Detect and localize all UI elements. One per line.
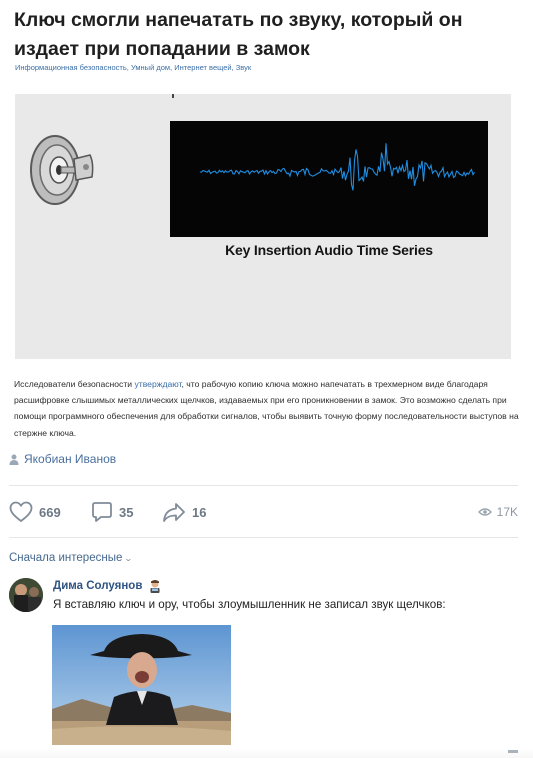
sort-label: Сначала интересные xyxy=(9,552,123,564)
audio-waveform-panel xyxy=(170,121,488,237)
comment-text: Я вставляю ключ и ору, чтобы злоумышленн… xyxy=(53,598,446,611)
author-name[interactable]: Якобиан Иванов xyxy=(24,452,116,466)
avatar[interactable] xyxy=(9,578,43,612)
view-count: 17K xyxy=(496,505,518,519)
share-icon xyxy=(163,503,185,522)
tag-smart-home[interactable]: Умный дом, xyxy=(131,63,172,72)
comment-icon xyxy=(92,502,112,522)
eye-icon xyxy=(477,508,492,516)
comment-count: 35 xyxy=(119,504,134,520)
share-count: 16 xyxy=(192,504,207,520)
comment-author-name[interactable]: Дима Солуянов xyxy=(53,580,142,592)
avatar-image xyxy=(9,578,43,612)
comment-author[interactable]: Дима Солуянов xyxy=(53,579,162,593)
source-link[interactable]: утверждают xyxy=(134,379,181,389)
heart-icon xyxy=(9,501,33,523)
waveform-plot xyxy=(199,143,475,191)
divider xyxy=(9,537,518,538)
action-bar: 669 35 16 17K xyxy=(9,500,518,524)
article-body: Исследователи безопасности утверждают, ч… xyxy=(14,379,519,438)
tag-iot[interactable]: Интернет вещей, xyxy=(174,63,233,72)
image-artifact xyxy=(172,94,174,98)
image-caption: Key Insertion Audio Time Series xyxy=(225,242,433,258)
lock-and-key-illustration xyxy=(30,135,94,205)
bar-icon xyxy=(508,750,518,753)
emoji-icon xyxy=(150,580,160,593)
cowboy-photo xyxy=(52,625,231,745)
article-image[interactable]: Key Insertion Audio Time Series xyxy=(15,94,511,359)
partial-row xyxy=(508,750,518,753)
chevron-down-icon: ⌄ xyxy=(124,553,134,563)
comment-button[interactable]: 35 xyxy=(91,500,133,524)
like-count: 669 xyxy=(39,504,61,520)
article-author[interactable]: Якобиан Иванов xyxy=(9,451,116,467)
divider xyxy=(9,485,518,486)
like-button[interactable]: 669 xyxy=(9,500,61,524)
view-counter: 17K xyxy=(477,500,518,524)
bottom-fade xyxy=(0,748,533,758)
article-tags: Информационная безопасность, Умный дом, … xyxy=(15,63,251,72)
tag-infosec[interactable]: Информационная безопасность, xyxy=(15,63,129,72)
comment-attachment-image[interactable] xyxy=(52,625,231,745)
tag-sound[interactable]: Звук xyxy=(236,63,251,72)
share-button[interactable]: 16 xyxy=(162,500,206,524)
comment-sort-dropdown[interactable]: Сначала интересные ⌄ xyxy=(9,552,134,564)
person-icon xyxy=(9,454,19,465)
article-title: Ключ смогли напечатать по звуку, который… xyxy=(14,9,463,60)
